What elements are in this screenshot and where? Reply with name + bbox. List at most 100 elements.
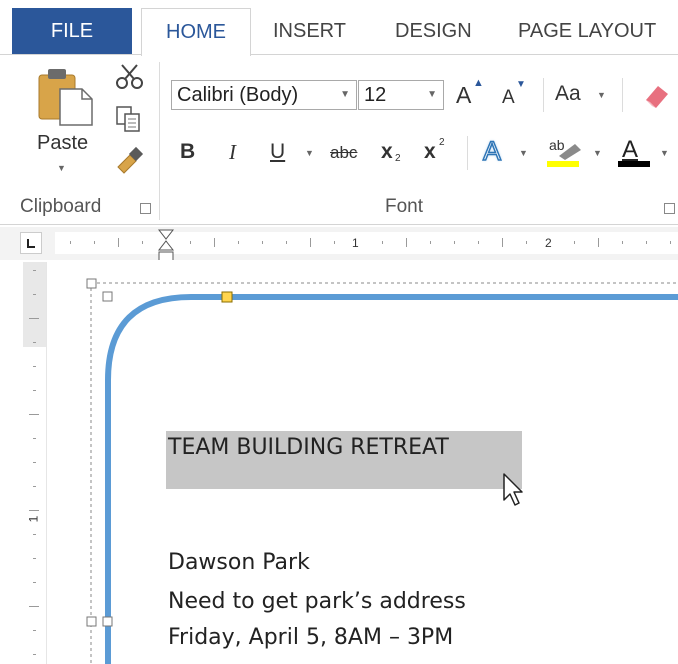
ruler-tick [286,241,287,244]
vertical-ruler-tick [33,438,36,439]
vertical-ruler-tick [33,462,36,463]
vertical-ruler-tick [33,654,36,655]
font-size-value: 12 [364,84,387,106]
ruler-tick [262,241,263,244]
ruler-tick [94,241,95,244]
subscript-button[interactable]: x 2 [381,139,411,167]
vertical-ruler-tick [33,366,36,367]
ruler-number: 1 [352,236,359,250]
document-title[interactable]: TEAM BUILDING RETREAT [168,435,449,460]
vertical-ruler-tick [29,318,39,319]
vertical-ruler-tick [33,534,36,535]
change-case-button[interactable]: Aa ▼ [555,80,611,110]
ruler-tick [238,241,239,244]
document-line[interactable]: Friday, April 5, 8AM – 3PM [168,625,453,650]
separator [622,78,623,112]
superscript-button[interactable]: x 2 [424,137,454,167]
format-painter-icon[interactable] [112,145,148,177]
font-color-swatch [618,161,650,167]
highlight-color-button[interactable]: ab ▼ [545,136,607,170]
separator [467,136,468,170]
clear-formatting-icon[interactable] [640,80,674,110]
separator [543,78,544,112]
copy-icon[interactable] [112,104,146,134]
ruler-tick [118,238,119,247]
ribbon-bottom-border [0,224,678,225]
shrink-arrow-icon: ▼ [516,79,526,90]
paste-button[interactable]: Paste ▼ [30,65,98,185]
tab-design[interactable]: DESIGN [395,8,472,54]
document-line[interactable]: Need to get park’s address [168,589,466,614]
vertical-ruler-tick [33,630,36,631]
ruler-tick [670,241,671,244]
font-dialog-launcher-icon[interactable] [664,203,675,214]
text-effects-glyph: A [482,135,502,167]
ruler-tick [190,241,191,244]
ruler-tick [214,238,215,247]
clipboard-dialog-launcher-icon[interactable] [140,203,151,214]
highlight-color-swatch [547,161,579,167]
ruler-tick [598,238,599,247]
subscript-label: x [381,140,393,163]
chevron-down-icon: ▼ [427,89,437,100]
superscript-index: 2 [439,137,445,148]
vertical-ruler-tick [33,558,36,559]
shrink-font-button[interactable]: A ▼ [500,79,534,110]
tab-home[interactable]: HOME [141,8,251,56]
ruler-tick [646,241,647,244]
ruler-tick [430,241,431,244]
grow-arrow-icon: ▲ [473,77,484,89]
grow-font-button[interactable]: A ▲ [456,77,490,110]
ruler-tick [454,241,455,244]
strikethrough-button[interactable]: abc [330,143,357,163]
ruler-tick [502,238,503,247]
underline-label: U [270,140,286,163]
underline-button[interactable]: U ▼ [268,139,324,167]
ruler-tick [622,241,623,244]
paste-dropdown-icon: ▼ [57,163,66,173]
vertical-ruler-tick [33,294,36,295]
font-group-label: Font [385,196,424,217]
chevron-down-icon: ▼ [305,148,314,158]
vertical-ruler-tick [33,270,36,271]
ruler-tick [382,241,383,244]
vertical-ruler-tick [33,342,36,343]
italic-button[interactable]: I [229,139,236,165]
ruler-number: 2 [545,236,552,250]
font-name-combo[interactable]: Calibri (Body) ▼ [171,80,357,110]
grow-font-glyph: A [456,82,472,108]
vertical-ruler-tick [29,414,39,415]
tab-insert[interactable]: INSERT [273,8,346,54]
subscript-index: 2 [395,153,401,164]
superscript-label: x [424,140,436,163]
chevron-down-icon: ▼ [597,90,606,100]
ruler-tick [406,238,407,247]
text-effects-button[interactable]: A ▼ [481,135,537,170]
clipboard-group-label: Clipboard [20,196,102,217]
paste-label: Paste [37,132,89,154]
group-separator [159,62,160,220]
tab-page-layout[interactable]: PAGE LAYOUT [518,8,656,54]
vertical-ruler-tick [33,582,36,583]
vertical-ruler-ticks [23,262,46,664]
vertical-ruler-tick [33,390,36,391]
font-color-button[interactable]: A ▼ [616,136,678,170]
highlighter-icon [559,144,581,160]
cut-icon[interactable] [113,63,147,91]
mouse-pointer-icon [503,473,523,506]
ruler-tick [478,241,479,244]
paste-icon [38,69,93,126]
font-color-glyph: A [622,136,639,163]
chevron-down-icon: ▼ [660,148,669,158]
font-name-value: Calibri (Body) [177,84,299,106]
change-case-label: Aa [555,82,581,105]
ruler-tick [574,241,575,244]
bold-button[interactable]: B [180,139,195,165]
vertical-ruler-tick [33,486,36,487]
document-line[interactable]: Dawson Park [168,550,310,575]
tab-file[interactable]: FILE [12,8,132,54]
font-size-combo[interactable]: 12 ▼ [358,80,444,110]
shrink-font-glyph: A [502,87,515,108]
vertical-ruler-number: 1 [26,515,41,523]
ruler-tick [526,241,527,244]
